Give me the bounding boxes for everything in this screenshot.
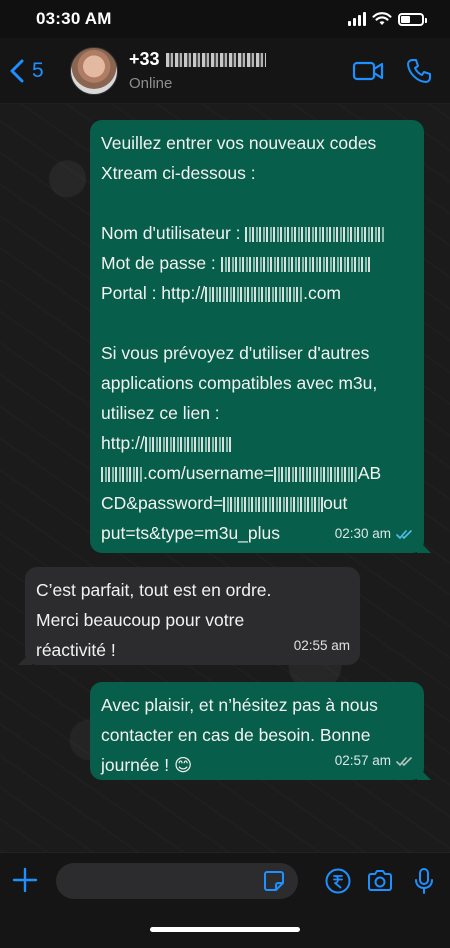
plus-icon[interactable] [12,867,38,893]
redacted-text [223,496,324,512]
message-line: CD&password= [101,493,224,513]
contact-name-prefix: +33 [129,49,160,69]
message-meta: 02:57 am [335,746,414,776]
message-bubble-incoming[interactable]: C’est parfait, tout est en ordre. Merci … [18,567,360,665]
message-line: put=ts&type=m3u_plus [101,523,281,543]
message-time: 02:57 am [334,753,391,768]
bubble-tail [417,539,431,553]
status-icons [348,12,427,26]
message-line: contacter en cas de besoin. Bonne [101,725,371,745]
avatar[interactable] [70,46,118,95]
redacted-text [205,286,304,302]
contact-info[interactable]: +33 Online [129,49,352,92]
message-line: journée ! 😊 [101,755,193,775]
redacted-number [165,52,266,67]
message-line: Xtream ci-dessous : [101,163,256,183]
redacted-text [245,226,386,242]
message-line: réactivité ! [36,640,116,660]
message-line: out [323,493,348,513]
message-text: Veuillez entrer vos nouveaux codes Xtrea… [101,128,413,548]
message-line: .com/username= [143,463,274,483]
redacted-text [144,436,233,452]
message-line: Nom d'utilisateur : [101,223,246,243]
message-meta: 02:55 am [294,631,350,661]
chevron-left-icon [10,59,24,82]
camera-icon[interactable] [366,869,394,893]
double-check-delivered-icon [396,756,412,766]
message-line: Veuillez entrer vos nouveaux codes [101,133,377,153]
message-line: Avec plaisir, et n’hésitez pas à nous [101,695,378,715]
message-line: Merci beaucoup pour votre [36,610,245,630]
bubble-tail [18,651,32,665]
message-line: Portal : http:// [101,283,206,303]
status-bar: 03:30 AM [0,0,450,38]
message-line: applications compatibles avec m3u, [101,373,378,393]
message-line: http:// [101,433,145,453]
message-line: Si vous prévoyez d'utiliser d'autres [101,343,370,363]
message-bubble-outgoing[interactable]: Veuillez entrer vos nouveaux codes Xtrea… [90,120,431,553]
unread-count: 5 [32,58,44,82]
redacted-text [101,466,143,482]
wifi-icon [372,12,392,25]
sticker-icon[interactable] [262,869,286,893]
message-time: 02:55 am [293,638,350,653]
contact-name: +33 [129,49,352,70]
message-bubble-outgoing[interactable]: Avec plaisir, et n’hésitez pas à nous co… [90,682,431,780]
video-camera-icon[interactable] [352,60,384,82]
bubble-tail [417,766,431,780]
message-line: AB [357,463,382,483]
contact-status: Online [129,75,173,92]
rupee-payment-icon[interactable] [324,867,352,895]
message-line: utilisez ce lien : [101,403,220,423]
message-input-bar [0,852,450,948]
microphone-icon[interactable] [413,867,435,895]
message-line: .com [303,283,342,303]
message-meta: 02:30 am [335,519,414,549]
chat-header: 5 +33 Online [0,38,450,104]
redacted-text [220,256,371,272]
phone-icon[interactable] [406,58,432,84]
message-line: Mot de passe : [101,253,221,273]
message-line: C’est parfait, tout est en ordre. [36,580,272,600]
battery-icon [398,12,427,26]
chat-area[interactable]: Veuillez entrer vos nouveaux codes Xtrea… [0,104,450,852]
redacted-text [273,466,358,482]
message-time: 02:30 am [334,526,391,541]
signal-icon [348,12,366,26]
back-button[interactable]: 5 [10,59,62,83]
status-time: 03:30 AM [36,9,112,28]
home-indicator [150,927,300,932]
double-check-read-icon [396,529,412,539]
